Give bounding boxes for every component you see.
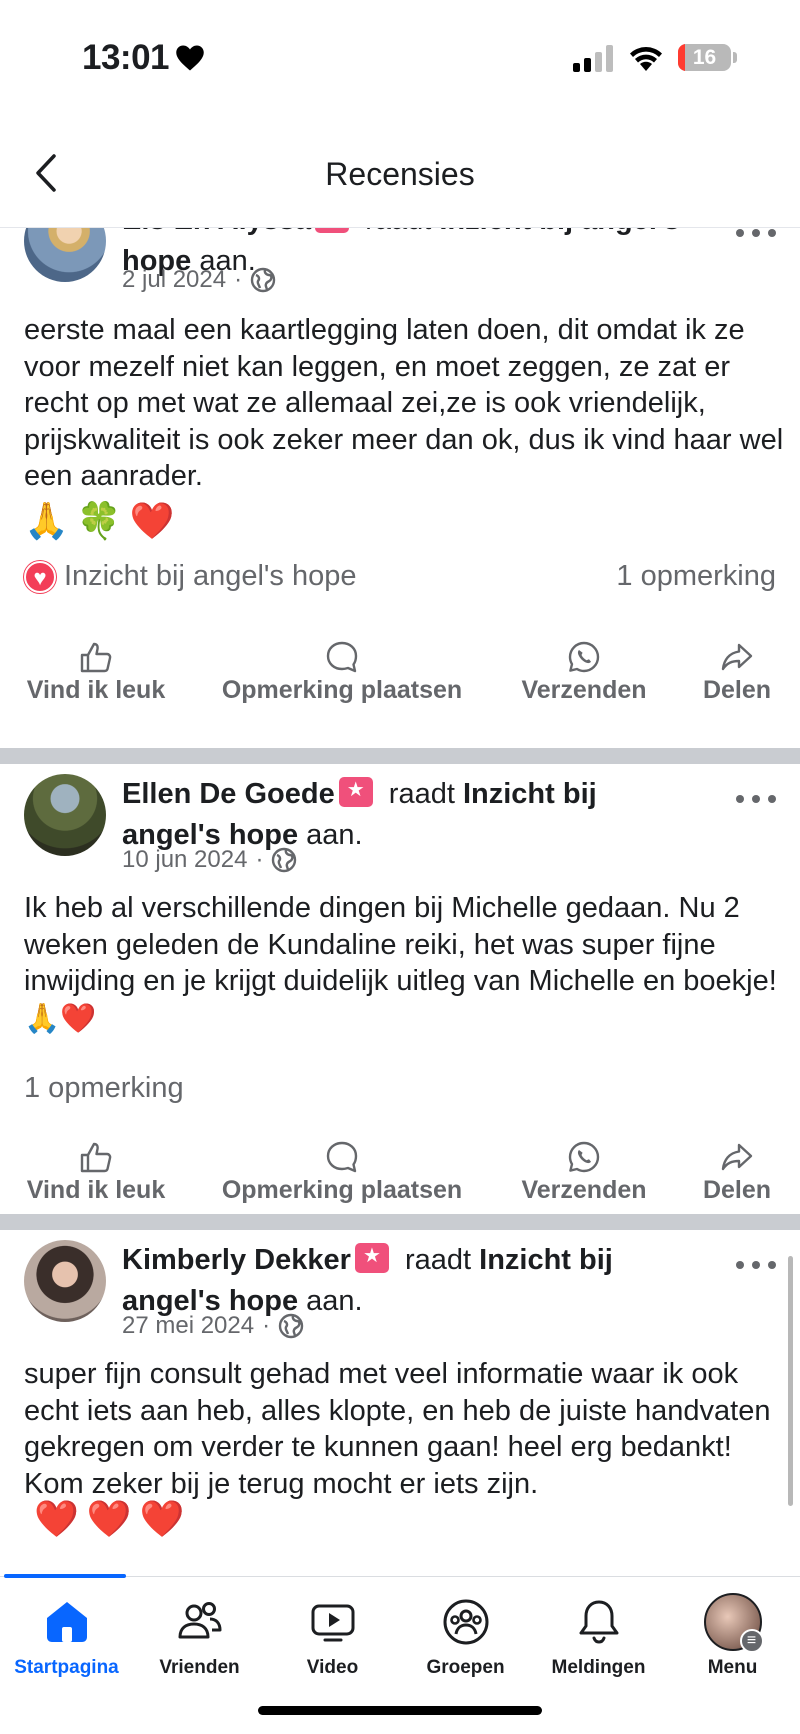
whatsapp-icon (568, 641, 600, 673)
reaction-summary: 1 opmerking (24, 1072, 776, 1105)
like-button[interactable]: Vind ik leuk (22, 1140, 170, 1205)
review-post: Ellen De Goede raadt Inzicht bij angel's… (0, 764, 800, 1214)
thumbs-up-icon (80, 642, 112, 673)
reviews-feed[interactable]: Els En Alyssa raadt Inzicht bij angel's … (0, 228, 800, 1576)
tab-menu[interactable]: Menu (666, 1593, 799, 1679)
profile-avatar (703, 1593, 764, 1653)
author-name[interactable]: Els En Alyssa (122, 228, 311, 236)
like-button[interactable]: Vind ik leuk (22, 640, 170, 705)
post-date[interactable]: 2 jul 2024 (122, 266, 226, 294)
share-arrow-icon (721, 1143, 753, 1171)
reaction-summary: Inzicht bij angel's hope 1 opmerking (24, 560, 776, 593)
comment-count[interactable]: 1 opmerking (24, 1072, 184, 1105)
comment-count[interactable]: 1 opmerking (616, 560, 776, 593)
post-meta: 2 jul 2024 · (122, 266, 276, 294)
avatar[interactable] (24, 774, 106, 856)
whatsapp-icon (568, 1141, 600, 1173)
review-emojis: 🙏 🍀 ❤️ (24, 500, 174, 542)
comment-button[interactable]: Opmerking plaatsen (212, 1140, 472, 1205)
home-icon (46, 1602, 87, 1642)
recommend-icon (354, 1243, 389, 1273)
author-name[interactable]: Ellen De Goede (122, 778, 335, 810)
globe-icon (278, 1313, 304, 1339)
heart-emoji: ❤️ (60, 1000, 97, 1035)
globe-icon (250, 267, 276, 293)
status-bar: 13:01 16 (0, 0, 800, 118)
send-button[interactable]: Verzenden (516, 1140, 652, 1205)
post-actions: Vind ik leuk Opmerking plaatsen Verzende… (0, 1140, 800, 1220)
tab-groups[interactable]: Groepen (399, 1597, 532, 1679)
battery-tip (733, 52, 737, 63)
heart-emoji: ❤️ (34, 1499, 79, 1540)
heart-emoji: ❤️ (86, 1499, 132, 1540)
page-header: Recensies (0, 118, 800, 228)
recommend-icon (338, 777, 373, 807)
share-button[interactable]: Delen (698, 1140, 776, 1205)
avatar[interactable] (24, 228, 106, 282)
menu-icon (739, 1629, 764, 1653)
globe-icon (272, 847, 297, 873)
tab-home[interactable]: Startpagina (0, 1597, 133, 1679)
heart-icon (176, 45, 204, 71)
bell-icon (579, 1600, 618, 1644)
review-post: Els En Alyssa raadt Inzicht bij angel's … (0, 228, 800, 704)
review-text: Ik heb al verschillende dingen bij Miche… (24, 892, 777, 1035)
pray-emoji: 🙏 (24, 1000, 61, 1035)
heart-emoji: ❤️ (139, 1499, 185, 1540)
wifi-icon (630, 47, 662, 71)
post-meta: 10 jun 2024 · (122, 846, 297, 874)
review-emojis: ❤️ ❤️ ❤️ (34, 1498, 184, 1540)
comment-button[interactable]: Opmerking plaatsen (212, 640, 472, 705)
post-divider (0, 748, 800, 764)
author-name[interactable]: Kimberly Dekker (122, 1244, 351, 1276)
scrollbar[interactable] (788, 1256, 793, 1506)
more-options-icon[interactable] (736, 795, 776, 807)
more-options-icon[interactable] (736, 229, 776, 241)
thumbs-up-icon (80, 1142, 112, 1173)
post-date[interactable]: 10 jun 2024 (122, 846, 247, 874)
tab-video[interactable]: Video (266, 1597, 399, 1679)
more-options-icon[interactable] (736, 1261, 776, 1273)
page-name[interactable]: Inzicht bij (463, 778, 597, 810)
tab-notifications[interactable]: Meldingen (532, 1597, 665, 1679)
cellular-signal-icon (573, 44, 613, 72)
status-time: 13:01 (82, 38, 205, 78)
share-button[interactable]: Delen (698, 640, 776, 705)
heart-emoji: ❤️ (129, 501, 175, 542)
reactions[interactable]: Inzicht bij angel's hope (24, 560, 357, 593)
pray-emoji: 🙏 (24, 501, 69, 542)
post-date[interactable]: 27 mei 2024 (122, 1312, 254, 1340)
battery-icon: 16 (678, 44, 731, 71)
page-title: Recensies (325, 156, 475, 192)
avatar[interactable] (24, 1240, 106, 1322)
post-actions: Vind ik leuk Opmerking plaatsen Verzende… (0, 640, 800, 720)
comment-bubble-icon (326, 1141, 358, 1173)
recommend-icon (315, 228, 350, 233)
review-text: eerste maal een kaartlegging laten doen,… (24, 314, 784, 493)
page-name[interactable]: Inzicht bij angel's (439, 228, 680, 236)
active-tab-indicator (4, 1574, 126, 1578)
home-indicator (258, 1706, 542, 1715)
post-meta: 27 mei 2024 · (122, 1312, 304, 1340)
tab-friends[interactable]: Vrienden (133, 1597, 266, 1679)
review-header: Ellen De Goede raadt Inzicht bij angel's… (122, 774, 712, 856)
post-divider (0, 1214, 800, 1230)
love-reaction-icon (24, 560, 56, 593)
share-arrow-icon (721, 643, 753, 671)
clover-emoji: 🍀 (76, 501, 122, 542)
comment-bubble-icon (326, 641, 358, 673)
groups-icon (443, 1599, 488, 1645)
review-text: super fijn consult gehad met veel inform… (24, 1358, 771, 1500)
video-icon (311, 1604, 354, 1642)
page-name[interactable]: Inzicht bij (479, 1244, 613, 1276)
friends-icon (178, 1602, 221, 1639)
review-header: Kimberly Dekker raadt Inzicht bij angel'… (122, 1240, 712, 1322)
review-post: Kimberly Dekker raadt Inzicht bij angel'… (0, 1230, 800, 1576)
send-button[interactable]: Verzenden (516, 640, 652, 705)
